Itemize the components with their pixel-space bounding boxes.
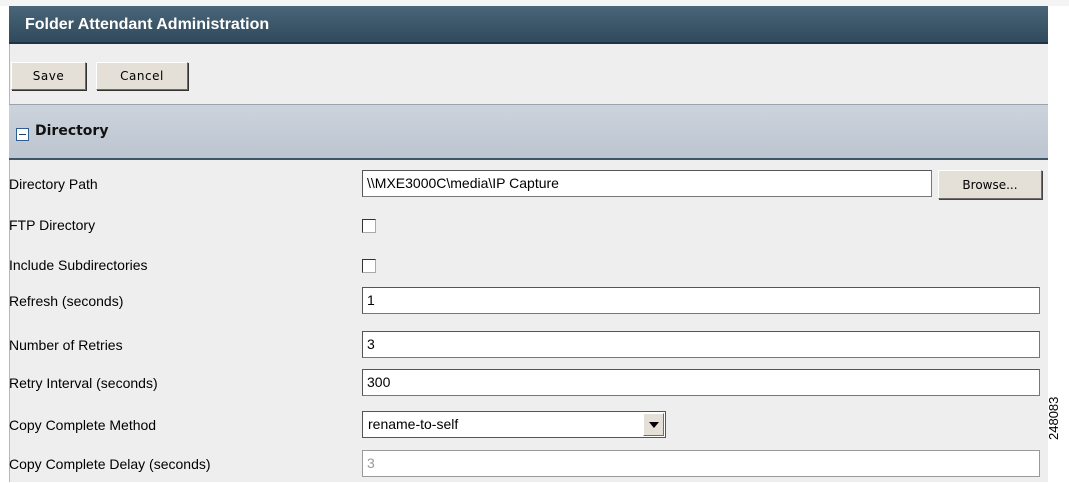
- copy-method-value: rename-to-self: [368, 416, 459, 432]
- copy-method-select[interactable]: rename-to-self: [362, 411, 666, 438]
- refresh-input[interactable]: 1: [362, 287, 1040, 314]
- include-subdirectories-label: Include Subdirectories: [9, 257, 148, 273]
- copy-delay-row: Copy Complete Delay (seconds) 3: [9, 446, 1048, 484]
- copy-delay-input: 3: [362, 450, 1040, 477]
- copy-method-label: Copy Complete Method: [9, 417, 157, 433]
- retry-interval-label: Retry Interval (seconds): [9, 375, 158, 391]
- window-title: Folder Attendant Administration: [9, 6, 1048, 44]
- directory-path-label: Directory Path: [9, 176, 98, 192]
- dropdown-arrow-icon[interactable]: [643, 413, 664, 436]
- section-title: Directory: [35, 123, 109, 139]
- directory-path-input[interactable]: \\MXE3000C\media\IP Capture: [362, 170, 932, 197]
- copy-delay-label: Copy Complete Delay (seconds): [9, 456, 211, 472]
- retry-interval-row: Retry Interval (seconds) 300: [9, 365, 1048, 403]
- save-button[interactable]: Save: [11, 62, 86, 90]
- collapse-minus-icon[interactable]: [16, 128, 29, 141]
- include-subdirectories-row: Include Subdirectories: [9, 247, 1048, 285]
- browse-button[interactable]: Browse...: [938, 170, 1042, 199]
- refresh-label: Refresh (seconds): [9, 293, 124, 309]
- ftp-directory-checkbox[interactable]: [362, 219, 376, 233]
- ftp-directory-row: FTP Directory: [9, 207, 1048, 245]
- figure-number: 248083: [1046, 396, 1061, 440]
- retries-input[interactable]: 3: [362, 331, 1040, 358]
- include-subdirectories-checkbox[interactable]: [362, 259, 376, 273]
- directory-path-row: Directory Path \\MXE3000C\media\IP Captu…: [9, 166, 1048, 204]
- retries-label: Number of Retries: [9, 337, 123, 353]
- retry-interval-input[interactable]: 300: [362, 369, 1040, 396]
- retries-row: Number of Retries 3: [9, 327, 1048, 365]
- directory-section-header[interactable]: Directory: [9, 104, 1048, 160]
- ftp-directory-label: FTP Directory: [9, 217, 96, 233]
- copy-method-row: Copy Complete Method rename-to-self: [9, 407, 1048, 445]
- cancel-button[interactable]: Cancel: [96, 62, 188, 90]
- refresh-row: Refresh (seconds) 1: [9, 283, 1048, 321]
